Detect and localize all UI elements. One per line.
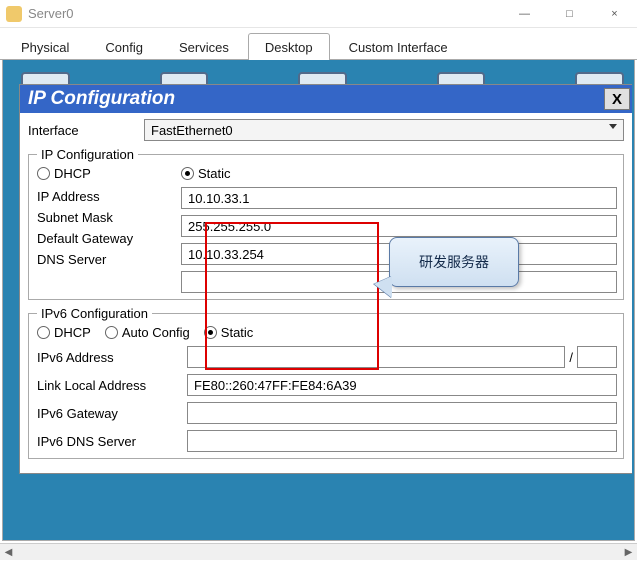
- gw-label: Default Gateway: [37, 231, 181, 246]
- main-tabs: Physical Config Services Desktop Custom …: [0, 28, 637, 60]
- radio-v6-auto[interactable]: Auto Config: [105, 325, 190, 340]
- minimize-button[interactable]: —: [502, 0, 547, 28]
- tab-custom-interface[interactable]: Custom Interface: [332, 33, 465, 60]
- maximize-button[interactable]: □: [547, 0, 592, 28]
- v6-gw-label: IPv6 Gateway: [37, 406, 187, 421]
- v6-addr-label: IPv6 Address: [37, 350, 187, 365]
- tab-config[interactable]: Config: [88, 33, 160, 60]
- v6-ll-input[interactable]: FE80::260:47FF:FE84:6A39: [187, 374, 617, 396]
- interface-value: FastEthernet0: [151, 123, 233, 138]
- dialog-body: Interface FastEthernet0 IP Configuration…: [20, 113, 632, 473]
- dialog-close-button[interactable]: X: [604, 88, 630, 110]
- radio-dhcp[interactable]: DHCP: [37, 166, 91, 181]
- horizontal-scrollbar[interactable]: ◀ ▶: [0, 543, 637, 560]
- window-title: Server0: [28, 6, 74, 21]
- v6-prefix-input[interactable]: [577, 346, 617, 368]
- scroll-right-icon[interactable]: ▶: [620, 544, 637, 561]
- scroll-left-icon[interactable]: ◀: [0, 544, 17, 561]
- tab-desktop[interactable]: Desktop: [248, 33, 330, 60]
- ipv4-legend: IP Configuration: [37, 147, 138, 162]
- v6-addr-input[interactable]: [187, 346, 565, 368]
- radio-static[interactable]: Static: [181, 166, 617, 181]
- callout-label: 研发服务器: [389, 237, 519, 287]
- interface-select[interactable]: FastEthernet0: [144, 119, 624, 141]
- mask-label: Subnet Mask: [37, 210, 181, 225]
- ipv4-fieldset: IP Configuration DHCP IP Address Subnet …: [28, 147, 624, 300]
- radio-v6-dhcp[interactable]: DHCP: [37, 325, 91, 340]
- v6-ll-label: Link Local Address: [37, 378, 187, 393]
- interface-label: Interface: [28, 123, 144, 138]
- desktop-area: IP Configuration X Interface FastEtherne…: [2, 60, 635, 541]
- dns-label: DNS Server: [37, 252, 181, 267]
- window-titlebar: Server0 — □ ×: [0, 0, 637, 28]
- v6-gw-input[interactable]: [187, 402, 617, 424]
- ipv6-fieldset: IPv6 Configuration DHCP Auto Config Stat…: [28, 306, 624, 459]
- v6-dns-input[interactable]: [187, 430, 617, 452]
- ip-config-dialog: IP Configuration X Interface FastEtherne…: [19, 84, 632, 474]
- radio-v6-static[interactable]: Static: [204, 325, 254, 340]
- chevron-down-icon: [609, 124, 617, 129]
- dialog-title: IP Configuration: [28, 88, 604, 110]
- tab-services[interactable]: Services: [162, 33, 246, 60]
- ip-label: IP Address: [37, 189, 181, 204]
- app-icon: [6, 6, 22, 22]
- tab-physical[interactable]: Physical: [4, 33, 86, 60]
- prefix-slash: /: [565, 350, 577, 365]
- ip-input[interactable]: 10.10.33.1: [181, 187, 617, 209]
- mask-input[interactable]: 255.255.255.0: [181, 215, 617, 237]
- v6-dns-label: IPv6 DNS Server: [37, 434, 187, 449]
- close-window-button[interactable]: ×: [592, 0, 637, 28]
- ipv6-legend: IPv6 Configuration: [37, 306, 152, 321]
- dialog-titlebar: IP Configuration X: [20, 85, 632, 113]
